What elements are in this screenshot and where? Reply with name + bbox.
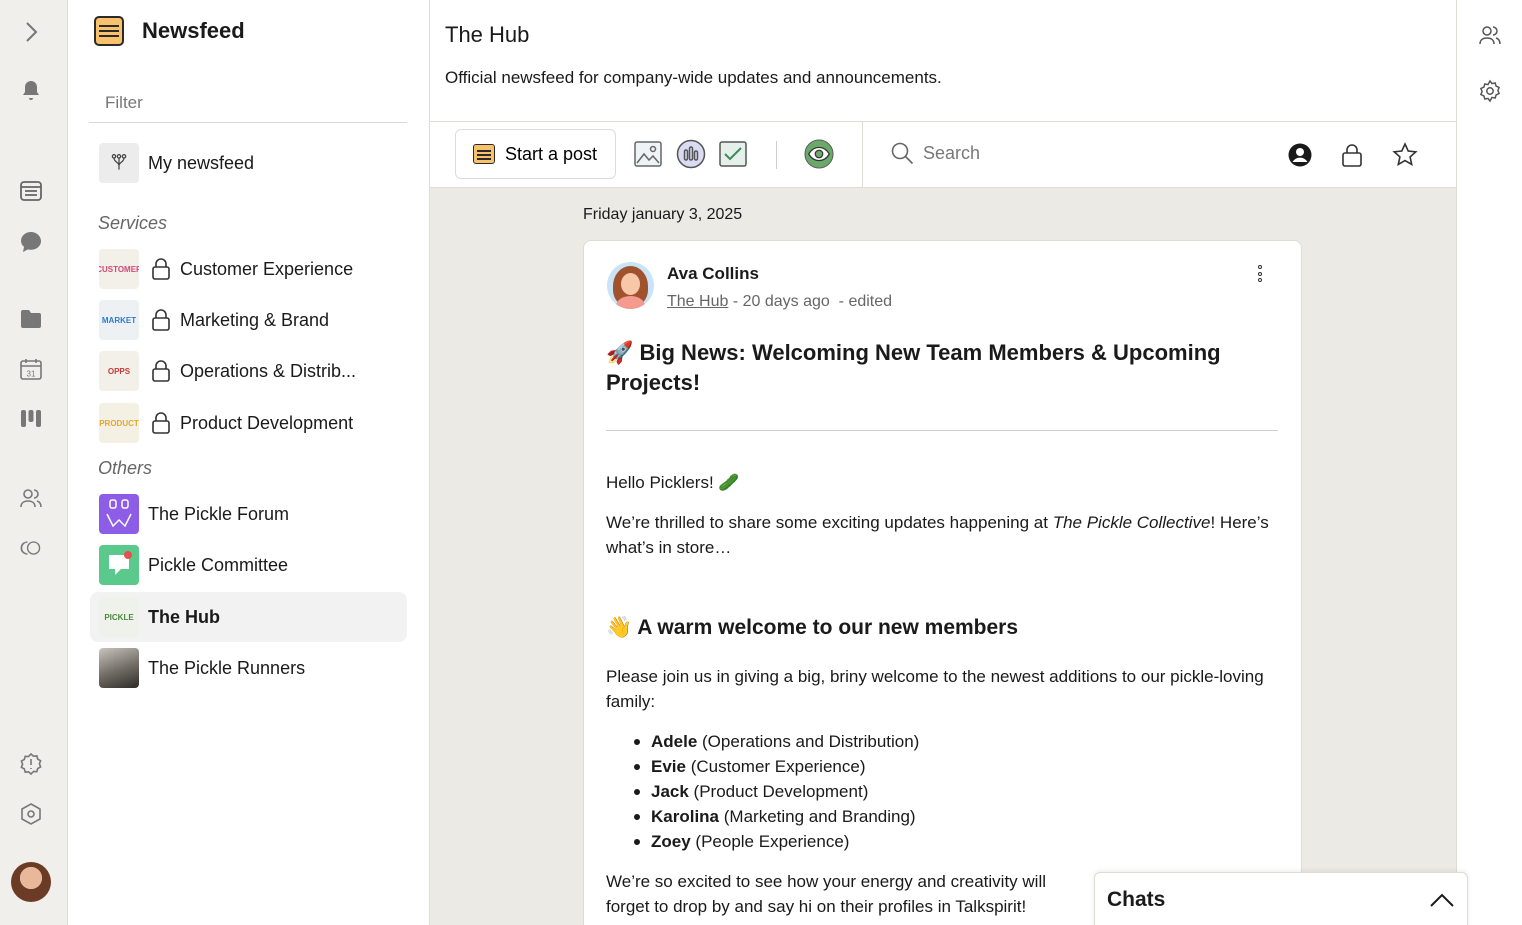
lock-filter-icon[interactable] [1339,142,1365,168]
sidebar-item-label: My newsfeed [148,152,255,173]
post-channel-link[interactable]: The Hub [667,293,728,310]
sidebar-item-the-hub[interactable]: PICKLE The Hub [90,592,407,642]
expand-chevron-icon[interactable] [17,18,45,46]
lock-icon [152,360,170,382]
sidebar-item-product-development[interactable]: PRODUCT Product Development [90,398,407,448]
post-divider [606,430,1278,431]
visibility-eye-icon[interactable] [804,139,834,169]
new-members-list: Adele (Operations and Distribution) Evie… [606,729,919,854]
post-edited: - edited [838,293,893,310]
meta-separator: - [728,293,743,310]
chevron-up-icon[interactable] [1429,891,1455,909]
star-filter-icon[interactable] [1392,142,1418,168]
post-meta: The Hub - 20 days ago - edited [667,293,892,311]
others-heading: Others [98,458,153,478]
sidebar-title: Newsfeed [142,18,245,43]
post-icon [473,144,495,164]
chat-bubble-icon[interactable] [17,228,45,256]
bell-icon[interactable] [17,77,45,105]
sidebar-item-customer-experience[interactable]: CUSTOMER Customer Experience [90,244,407,294]
sidebar-item-label: Pickle Committee [148,554,289,575]
gear-icon[interactable] [1478,79,1502,103]
forum-thumbnail [99,494,139,534]
services-heading: Services [98,213,168,233]
sidebar-header: Newsfeed [94,16,245,46]
author-avatar[interactable] [607,262,654,309]
channel-description: Official newsfeed for company-wide updat… [445,68,942,87]
post-time: 20 days ago [742,293,830,310]
list-item: Evie (Customer Experience) [606,754,919,779]
sidebar-item-label: Customer Experience [180,258,354,279]
sidebar-item-label: Operations & Distrib... [180,360,357,381]
chats-title: Chats [1107,888,1166,911]
toolbar-section-divider [862,122,863,188]
post-greeting: Hello Picklers! 🥒 [606,473,740,492]
toolbar-divider [776,141,777,169]
sidebar-item-label: The Pickle Runners [148,657,306,678]
sidebar-item-operations[interactable]: OPPS Operations & Distrib... [90,346,407,396]
sidebar-item-marketing-brand[interactable]: MARKET Marketing & Brand [90,295,407,345]
lock-icon [152,309,170,331]
channel-header: The Hub Official newsfeed for company-wi… [430,0,1456,122]
service-thumbnail: MARKET [99,300,139,340]
search-icon [891,142,914,165]
task-check-icon[interactable] [718,139,748,169]
runners-thumbnail [99,648,139,688]
calendar-icon[interactable]: 31 [17,355,45,383]
spaces-icon[interactable] [17,534,45,562]
image-post-icon[interactable] [633,139,663,169]
service-thumbnail: OPPS [99,351,139,391]
app-rail: 31 [0,0,68,925]
alert-icon[interactable] [17,750,45,778]
kanban-icon[interactable] [17,405,45,433]
post-intro: We’re thrilled to share some exciting up… [606,513,1269,557]
main-content: The Hub Official newsfeed for company-wi… [430,0,1456,925]
hub-thumbnail: PICKLE [99,597,139,637]
post-card: Ava Collins The Hub - 20 days ago - edit… [583,240,1302,925]
right-rail [1456,0,1522,925]
post-title: 🚀 Big News: Welcoming New Team Members &… [606,340,1221,395]
list-item: Adele (Operations and Distribution) [606,729,919,754]
filter-input[interactable] [89,84,407,123]
lock-icon [152,258,170,280]
feed-date: Friday january 3, 2025 [583,206,743,223]
search-input[interactable] [923,138,1203,168]
list-item: Zoey (People Experience) [606,829,919,854]
newsfeed-logo-icon [94,16,124,46]
service-thumbnail: CUSTOMER [99,249,139,289]
start-post-button[interactable]: Start a post [455,129,616,179]
newsfeed-icon[interactable] [17,177,45,205]
branch-icon [99,143,139,183]
lock-icon [152,412,170,434]
sidebar-item-pickle-runners[interactable]: The Pickle Runners [90,643,407,693]
committee-thumbnail [99,545,139,585]
chats-panel[interactable]: Chats [1094,872,1468,925]
feed-toolbar: Start a post [430,122,1456,188]
sidebar-item-label: The Pickle Forum [148,503,290,524]
sidebar-item-pickle-forum[interactable]: The Pickle Forum [90,489,407,539]
section-heading: 👋 A warm welcome to our new members [606,616,1019,639]
people-icon[interactable] [17,484,45,512]
user-profile-filter-icon[interactable] [1287,142,1313,168]
welcome-text: Please join us in giving a big, briny we… [606,667,1264,711]
sidebar-item-label: Product Development [180,412,354,433]
user-avatar[interactable] [11,862,51,902]
svg-text:31: 31 [27,370,36,379]
service-thumbnail: PRODUCT [99,403,139,443]
newsfeed-sidebar: Newsfeed My newsfeed Services CUSTOMER C… [68,0,430,925]
sidebar-item-label: Marketing & Brand [180,309,330,330]
list-item: Jack (Product Development) [606,779,919,804]
members-icon[interactable] [1478,23,1502,47]
sidebar-item-label: The Hub [148,606,220,627]
start-post-label: Start a post [505,143,598,164]
folder-icon[interactable] [17,305,45,333]
sidebar-item-my-newsfeed[interactable]: My newsfeed [90,138,407,188]
poll-icon[interactable] [676,139,706,169]
channel-title: The Hub [445,22,530,47]
hexagon-settings-icon[interactable] [17,800,45,828]
post-author[interactable]: Ava Collins [667,264,759,284]
post-options-icon[interactable] [1253,265,1267,287]
list-item: Karolina (Marketing and Branding) [606,804,919,829]
sidebar-item-pickle-committee[interactable]: Pickle Committee [90,540,407,590]
